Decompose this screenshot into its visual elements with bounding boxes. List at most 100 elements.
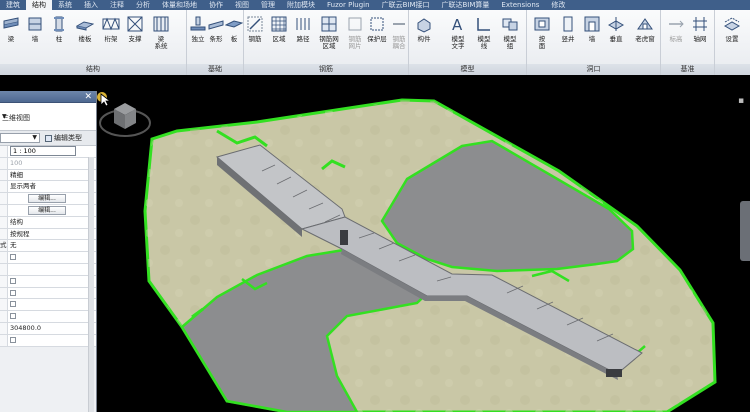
isolated-foundation-label: 独立 (191, 35, 205, 43)
rebar-button[interactable]: 钢筋 (244, 13, 266, 59)
property-value[interactable] (8, 299, 96, 310)
property-name (0, 228, 8, 240)
edit-type-button[interactable]: 编辑类型 (45, 133, 82, 143)
ribbon-tab[interactable]: 建筑 (0, 0, 26, 10)
property-value[interactable] (8, 288, 96, 299)
ribbon-tab[interactable]: 分析 (130, 0, 156, 10)
property-checkbox[interactable] (10, 254, 16, 261)
property-value[interactable]: 编辑... (8, 205, 96, 216)
view-scale-input[interactable] (10, 146, 76, 156)
rebar-cover-button[interactable]: 保护层 (366, 13, 388, 59)
brace-label: 支撑 (128, 35, 142, 43)
property-checkbox[interactable] (10, 313, 16, 320)
ribbon-tab[interactable]: 协作 (203, 0, 229, 10)
instance-filter-dropdown[interactable]: ▼ (0, 133, 40, 143)
ribbon-tab[interactable]: 系统 (52, 0, 78, 10)
view-canvas[interactable]: ▪ (97, 91, 750, 412)
ribbon-tab[interactable]: 视图 (229, 0, 255, 10)
wall-opening-button[interactable]: 墙 (581, 13, 603, 59)
property-name (0, 322, 8, 334)
property-row (0, 275, 96, 288)
ribbon-tab[interactable]: Extensions (495, 0, 545, 10)
dormer-opening-button[interactable]: 老虎窗 (631, 13, 659, 59)
beam-button[interactable]: 梁 (0, 13, 22, 59)
property-value[interactable] (8, 252, 96, 263)
fabric-sheet-label2: 网片 (348, 42, 362, 50)
close-icon[interactable]: ✕ (84, 91, 92, 103)
close-icon[interactable]: ▪ (738, 96, 744, 106)
property-value[interactable] (8, 146, 96, 157)
fabric-sheet-button[interactable]: 钢筋 网片 (344, 13, 366, 59)
wall-opening-icon (584, 16, 600, 32)
property-name (0, 204, 8, 216)
ribbon-tab[interactable]: 插入 (78, 0, 104, 10)
ribbon-tab[interactable]: Fuzor Plugin (321, 0, 376, 10)
property-checkbox[interactable] (10, 277, 16, 284)
set-workplane-label: 设置 (725, 35, 739, 43)
vertical-opening-button[interactable]: 垂直 (605, 13, 627, 59)
rebar-coupler-button[interactable]: 钢筋 耦合 (388, 13, 410, 59)
component-button[interactable]: 构件 (413, 13, 435, 59)
ribbon-tab[interactable]: 修改 (545, 0, 571, 10)
opening-by-face-button[interactable]: 按 面 (531, 13, 553, 59)
ribbon-tab[interactable]: 管理 (255, 0, 281, 10)
property-row: 编辑... (0, 204, 96, 217)
ribbon-tab[interactable]: 附加模块 (281, 0, 321, 10)
property-value[interactable]: 100 (8, 158, 96, 169)
slab-foundation-label: 板 (230, 35, 238, 43)
edit-button[interactable]: 编辑... (28, 194, 66, 204)
property-value[interactable] (8, 264, 96, 275)
brace-button[interactable]: 支撑 (124, 13, 146, 59)
grid-button[interactable]: 轴网 (689, 13, 711, 59)
ribbon-tab[interactable]: 结构 (26, 0, 52, 10)
property-checkbox[interactable] (10, 336, 16, 343)
property-value[interactable]: 结构 (8, 217, 96, 228)
path-rebar-button[interactable]: 路径 (292, 13, 314, 59)
rebar-cover-icon (370, 17, 384, 31)
model-text-button[interactable]: A 模型 文字 (447, 13, 469, 59)
property-value[interactable]: 无 (8, 240, 96, 251)
area-rebar-label: 区域 (272, 35, 286, 43)
property-value[interactable]: 显示两者 (8, 181, 96, 192)
truss-icon (102, 17, 120, 31)
property-value[interactable]: 精细 (8, 170, 96, 181)
property-name (0, 169, 8, 181)
property-value[interactable] (8, 311, 96, 322)
edit-button[interactable]: 编辑... (28, 205, 66, 215)
property-value[interactable] (8, 335, 96, 346)
property-row: 结构 (0, 216, 96, 229)
property-row: 100 (0, 157, 96, 170)
ribbon-tab[interactable]: 广联达BIM算量 (435, 0, 495, 10)
shaft-opening-button[interactable]: 竖井 (557, 13, 579, 59)
property-checkbox[interactable] (10, 301, 16, 308)
level-button[interactable]: 标高 (665, 13, 687, 59)
view-type-selector[interactable]: 三维视图 ▼ (0, 103, 96, 131)
slab-foundation-button[interactable]: 板 (223, 13, 245, 59)
truss-button[interactable]: 桁架 (100, 13, 122, 59)
property-value[interactable]: 按规程 (8, 229, 96, 240)
fabric-area-button[interactable]: 钢筋网 区域 (316, 13, 342, 59)
wall-button[interactable]: 墙 (24, 13, 46, 59)
property-value[interactable]: 编辑... (8, 193, 96, 204)
property-value[interactable] (8, 276, 96, 287)
ribbon-group-foundation: 独立 条形 板 基础 (187, 10, 244, 75)
model-text-label2: 文字 (451, 42, 465, 50)
column-button[interactable]: 柱 (48, 13, 70, 59)
set-workplane-button[interactable]: 设置 (721, 13, 743, 59)
area-rebar-button[interactable]: 区域 (268, 13, 290, 59)
model-group-button[interactable]: 模型 组 (499, 13, 521, 59)
level-label: 标高 (669, 35, 683, 43)
property-checkbox[interactable] (10, 289, 16, 296)
floor-button[interactable]: 楼板 (72, 13, 98, 59)
ribbon-tab[interactable]: 体量和场地 (156, 0, 203, 10)
model-line-button[interactable]: 模型 线 (473, 13, 495, 59)
workplane-icon (723, 17, 741, 31)
properties-scrollbar[interactable] (88, 157, 94, 412)
property-value[interactable]: 304800.0 (8, 323, 96, 334)
navigation-bar-toggle[interactable] (740, 201, 750, 261)
beam-system-button[interactable]: 梁 系统 (148, 13, 174, 59)
ribbon-tab[interactable]: 广联云BIM接口 (376, 0, 436, 10)
ribbon-tab[interactable]: 注释 (104, 0, 130, 10)
group-title-datum: 基准 (661, 64, 714, 75)
property-name (0, 193, 8, 204)
